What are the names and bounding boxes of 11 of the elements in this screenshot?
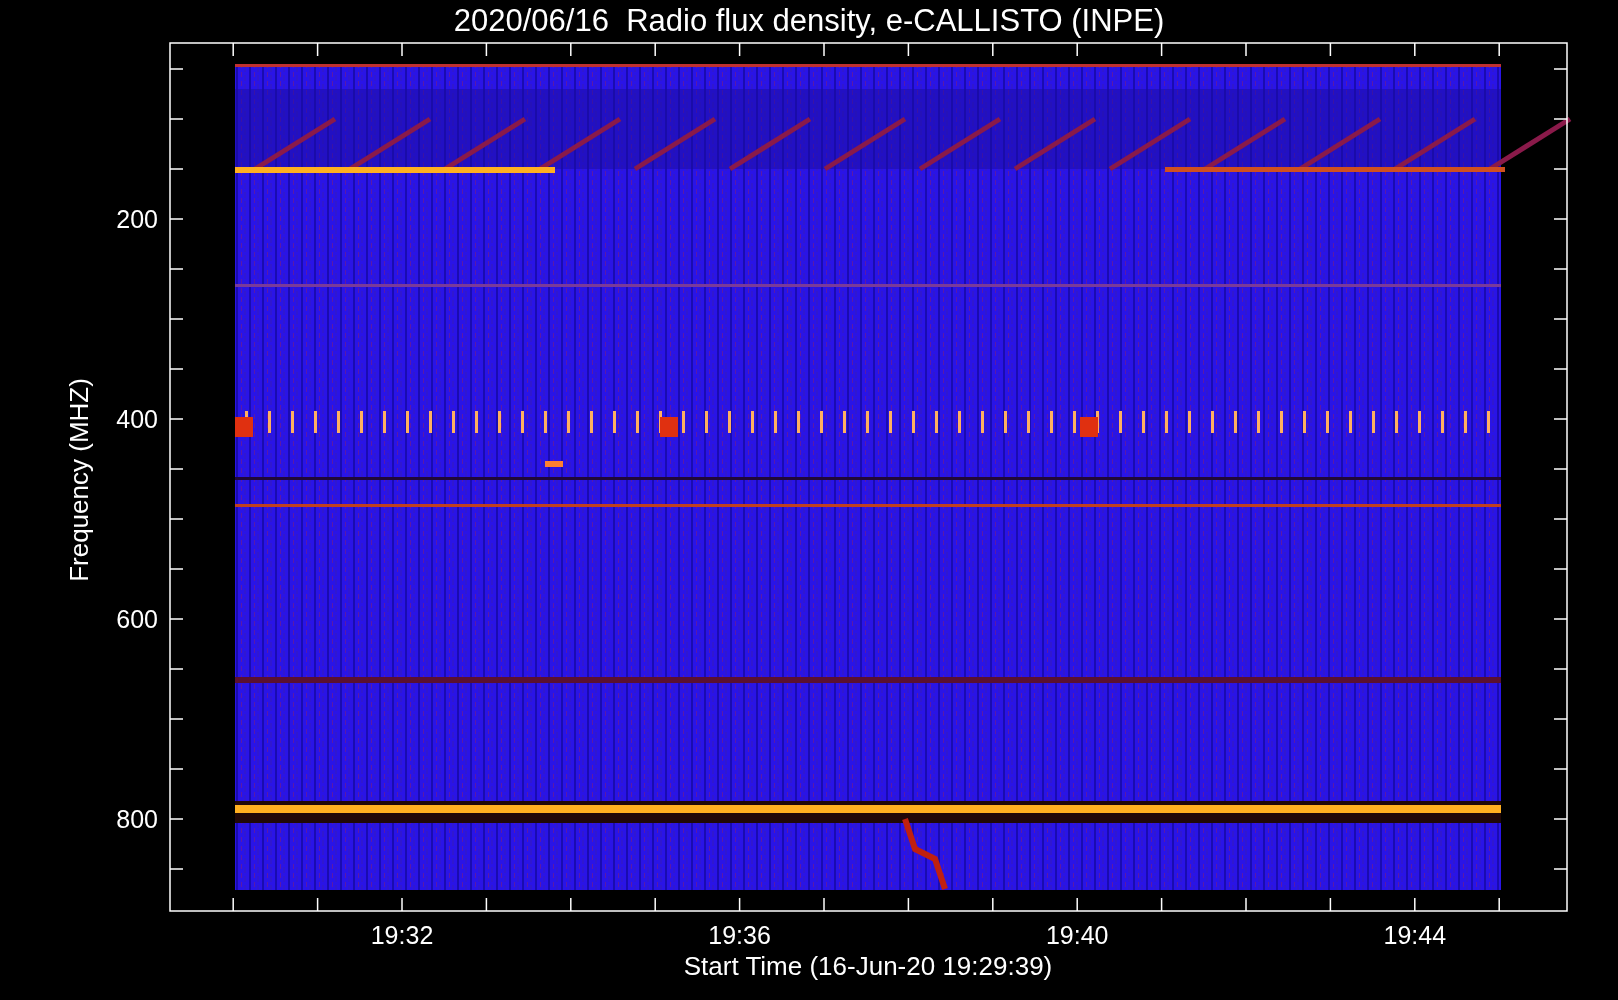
x-tick-label: 19:44: [1383, 921, 1447, 949]
y-tick-label: 600: [116, 605, 158, 633]
y-tick-label: 800: [116, 805, 158, 833]
y-tick-label: 200: [116, 205, 158, 233]
chart-title: 2020/06/16 Radio flux density, e-CALLISTO (INPE): [453, 3, 1165, 38]
x-tick-label: 19:40: [1045, 921, 1109, 949]
x-tick-label: 19:36: [708, 921, 771, 949]
y-tick-label: 400: [116, 405, 158, 433]
y-axis-label: Frequency (MHZ): [64, 378, 94, 582]
x-tick-label: 19:32: [370, 921, 434, 949]
x-axis-label: Start Time (16-Jun-20 19:29:39): [683, 951, 1053, 981]
